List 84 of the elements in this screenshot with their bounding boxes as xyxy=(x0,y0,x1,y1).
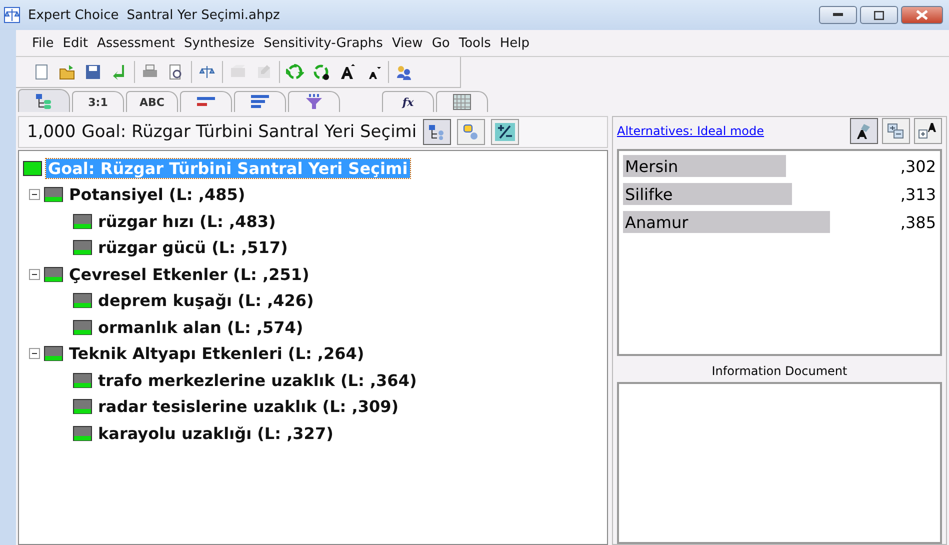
hierarchy-view-button[interactable] xyxy=(422,119,451,145)
document-field[interactable] xyxy=(617,382,942,544)
hierarchy-icon xyxy=(35,93,53,109)
alternative-name: Anamur xyxy=(624,212,688,232)
tree-node[interactable]: karayolu uzaklığı (L: ,327) xyxy=(96,424,336,443)
node-icon xyxy=(73,320,92,335)
alternative-name: Mersin xyxy=(624,156,678,176)
close-button[interactable] xyxy=(901,6,943,24)
node-icon xyxy=(44,346,63,362)
view-tab[interactable]: ABC xyxy=(126,91,178,112)
tree-node[interactable]: trafo merkezlerine uzaklık (L: ,364) xyxy=(96,370,419,390)
node-icon xyxy=(44,266,63,282)
menu-item[interactable]: File xyxy=(32,36,54,50)
node-icon xyxy=(73,426,92,441)
people-icon xyxy=(395,63,413,81)
menu-item[interactable]: Go xyxy=(432,36,450,50)
alternative-value: ,313 xyxy=(900,184,936,204)
expand-collapse-button[interactable] xyxy=(882,118,910,144)
view-tab[interactable] xyxy=(288,91,340,112)
alternative-value: ,385 xyxy=(900,212,936,232)
font-button[interactable] xyxy=(850,118,878,144)
node-view-button[interactable] xyxy=(456,119,485,145)
menu-item[interactable]: Synthesize xyxy=(184,36,255,50)
bar-chart-icon xyxy=(251,95,269,109)
node-icon xyxy=(73,240,92,256)
app-icon xyxy=(4,7,20,23)
menu-item[interactable]: Help xyxy=(500,36,530,50)
menu-item[interactable]: Assessment xyxy=(96,36,175,50)
view-tab[interactable] xyxy=(234,91,286,112)
refresh-icon xyxy=(286,63,304,81)
node-icon xyxy=(23,160,42,176)
grid-icon xyxy=(453,94,471,110)
expand-collapse-icon xyxy=(887,123,905,139)
collapse-toggle[interactable] xyxy=(29,189,40,200)
add-font-icon xyxy=(918,122,938,140)
alternatives-link[interactable]: Alternatives: Ideal mode xyxy=(617,124,764,138)
maximize-button[interactable] xyxy=(860,6,898,24)
alternative-value: ,302 xyxy=(900,156,936,176)
minimize-button[interactable] xyxy=(819,6,857,24)
funnel-icon xyxy=(305,94,323,110)
menu-item[interactable]: Tools xyxy=(458,36,491,50)
view-tab[interactable]: 3:1 xyxy=(72,91,124,112)
tree-node[interactable]: Potansiyel (L: ,485) xyxy=(67,185,248,204)
node-icon xyxy=(73,372,92,388)
close-icon xyxy=(916,10,928,20)
node-icon xyxy=(44,187,63,202)
tree-node[interactable]: Teknik Altyapı Etkenleri (L: ,264) xyxy=(67,344,366,364)
tree-node[interactable]: rüzgar hızı (L: ,483) xyxy=(96,212,278,231)
window-title: Santral Yer Seçimi.ahpz xyxy=(126,8,280,22)
nodes-icon xyxy=(462,124,480,140)
refresh-icon xyxy=(312,63,330,81)
view-tab[interactable] xyxy=(18,89,70,112)
app-name: Expert Choice xyxy=(28,8,119,22)
collapse-toggle[interactable] xyxy=(29,348,40,360)
font-size-icon xyxy=(338,63,356,81)
menu-item[interactable]: View xyxy=(392,36,423,50)
menu-item[interactable]: Edit xyxy=(62,36,88,50)
minimize-icon xyxy=(833,13,843,17)
tree-node[interactable]: Çevresel Etkenler (L: ,251) xyxy=(67,264,312,284)
view-tab[interactable]: fx xyxy=(382,91,434,112)
folder-icon xyxy=(58,63,76,81)
hierarchy-icon xyxy=(428,124,446,140)
collapse-toggle[interactable] xyxy=(29,268,40,280)
plus-minus-icon xyxy=(494,123,515,141)
goal-priority: 1,000 xyxy=(27,122,76,142)
view-tab[interactable] xyxy=(180,91,232,112)
view-tab[interactable] xyxy=(436,91,488,112)
node-icon xyxy=(73,399,92,414)
tree-node[interactable]: rüzgar gücü (L: ,517) xyxy=(96,238,290,258)
tree-node[interactable]: ormanlık alan (L: ,574) xyxy=(96,318,306,337)
tree-node[interactable]: deprem kuşağı (L: ,426) xyxy=(96,291,316,310)
edit-icon xyxy=(255,63,273,81)
node-icon xyxy=(73,214,92,229)
menu-item[interactable]: Sensitivity-Graphs xyxy=(264,36,383,50)
panel-title: Information Document xyxy=(710,364,848,378)
add-font-button[interactable] xyxy=(914,118,942,144)
plus-minus-button[interactable] xyxy=(490,119,519,145)
alternative-name: Silifke xyxy=(624,184,673,204)
bar-chart-icon xyxy=(197,96,215,108)
tree-node[interactable]: radar tesislerine uzaklık (L: ,309) xyxy=(96,397,401,416)
scale-icon xyxy=(198,63,216,81)
node-icon xyxy=(73,293,92,308)
maximize-icon xyxy=(874,10,884,20)
goal-title: Goal: Rüzgar Türbini Santral Yeri Seçimi xyxy=(82,122,417,142)
